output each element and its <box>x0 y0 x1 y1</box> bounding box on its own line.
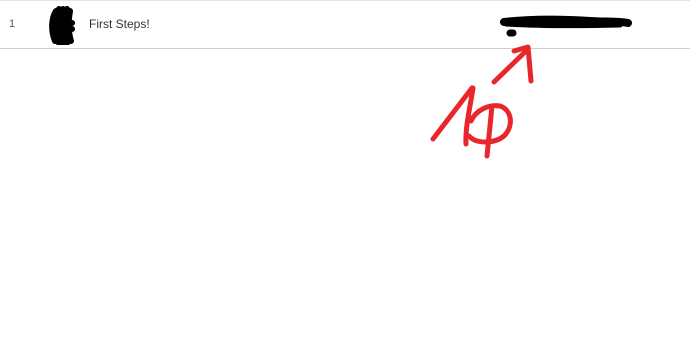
redacted-avatar-icon <box>49 6 75 45</box>
annotation-arrow-icon <box>430 44 534 159</box>
row-title[interactable]: First Steps! <box>89 17 150 31</box>
page: 1 First Steps! <box>0 0 690 343</box>
table-row[interactable]: 1 First Steps! <box>0 1 690 49</box>
row-index: 1 <box>9 18 16 30</box>
